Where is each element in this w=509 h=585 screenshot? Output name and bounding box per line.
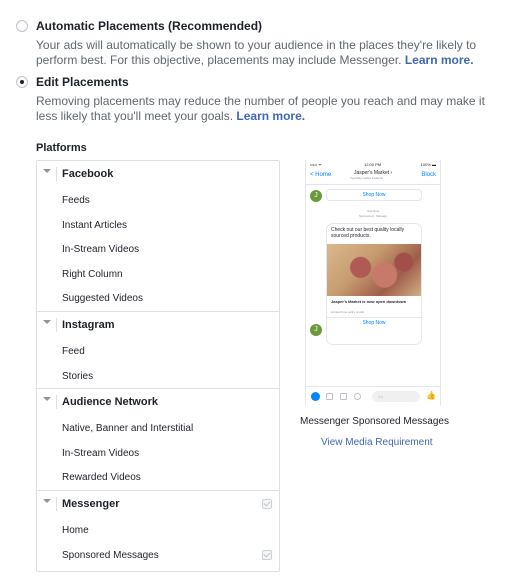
chevron-down-icon[interactable] xyxy=(43,397,51,402)
platform-name: Facebook xyxy=(62,168,114,180)
placement-label: Home xyxy=(62,524,89,536)
placement-label: Sponsored Messages xyxy=(62,549,159,561)
edit-placements-title: Edit Placements xyxy=(36,75,129,89)
placement-label: Feed xyxy=(62,345,85,357)
placement-label: Native, Banner and Interstitial xyxy=(62,423,194,435)
placement-item[interactable]: Stories xyxy=(37,364,279,389)
sponsored-messages-checkbox[interactable] xyxy=(262,549,272,560)
platform-group-messenger: Messenger Home Sponsored Messages xyxy=(37,491,279,567)
back-home-link: < Home xyxy=(310,172,332,178)
automatic-placements-description: Your ads will automatically be shown to … xyxy=(36,38,477,67)
placement-item[interactable]: Suggested Videos xyxy=(37,286,279,311)
ad-preview-phone: ••••• ᯤ 12:00 PM 100% ▬ < Home Jasper's … xyxy=(305,160,441,406)
divider xyxy=(56,496,57,511)
divider xyxy=(56,317,57,332)
placement-item[interactable]: Native, Banner and Interstitial xyxy=(37,416,279,441)
view-media-requirement-link[interactable]: View Media Requirement xyxy=(321,437,433,448)
placement-label: In-Stream Videos xyxy=(62,244,140,256)
status-bar: ••••• ᯤ 12:00 PM 100% ▬ xyxy=(306,160,440,168)
card-subtitle: Limited time sultry snack xyxy=(331,310,364,314)
placement-label: Feeds xyxy=(62,195,90,206)
card-title: Jasper's Market is now open downtown xyxy=(331,299,407,304)
composer-input: Aa xyxy=(372,391,420,402)
block-link: Block xyxy=(421,172,436,178)
camera-icon xyxy=(326,393,333,400)
placement-label: Instant Articles xyxy=(62,219,128,231)
message-text: Check out our best quality locally sourc… xyxy=(331,227,405,239)
placement-label: In-Stream Videos xyxy=(62,447,140,459)
platform-name: Instagram xyxy=(62,318,115,331)
platform-list: Facebook Feeds Instant Articles In-Strea… xyxy=(36,160,280,572)
shop-now-button: Shop Now xyxy=(326,189,422,201)
platform-header-messenger[interactable]: Messenger xyxy=(37,491,279,518)
platform-group-instagram: Instagram Feed Stories xyxy=(37,312,279,390)
ad-image xyxy=(327,244,421,296)
edit-placements-radio[interactable] xyxy=(16,76,28,88)
placement-label: Right Column xyxy=(62,268,123,280)
shop-now-button: Shop Now xyxy=(362,320,386,326)
platform-name: Messenger xyxy=(62,497,120,510)
placement-item[interactable]: Home xyxy=(37,518,279,543)
image-icon xyxy=(340,393,347,400)
placement-label: Suggested Videos xyxy=(62,293,143,305)
placement-item[interactable]: Instant Articles xyxy=(37,213,279,238)
edit-placements-description: Removing placements may reduce the numbe… xyxy=(36,94,485,123)
placement-item[interactable]: Rewarded Videos xyxy=(37,465,279,490)
chevron-down-icon[interactable] xyxy=(43,319,51,324)
divider xyxy=(56,395,57,410)
platform-header-instagram[interactable]: Instagram xyxy=(37,312,279,339)
placement-item[interactable]: In-Stream Videos xyxy=(37,237,279,262)
platform-group-audience-network: Audience Network Native, Banner and Inte… xyxy=(37,389,279,491)
status-time: 12:00 PM xyxy=(364,162,382,167)
platform-group-facebook: Facebook Feeds Instant Articles In-Strea… xyxy=(37,161,279,312)
automatic-placements-title: Automatic Placements (Recommended) xyxy=(36,19,263,33)
placement-item[interactable]: Sponsored Messages xyxy=(37,543,279,568)
microphone-icon xyxy=(354,393,361,400)
placement-item[interactable]: In-Stream Videos xyxy=(37,441,279,466)
divider xyxy=(56,167,57,181)
plus-icon xyxy=(311,392,320,401)
sponsored-message-bubble: Check out our best quality locally sourc… xyxy=(326,223,422,345)
message-composer: Aa 👍 xyxy=(306,386,440,406)
divider xyxy=(327,317,421,318)
chevron-down-icon[interactable] xyxy=(43,169,51,173)
placement-label: Rewarded Videos xyxy=(62,472,141,484)
placement-label: Stories xyxy=(62,370,94,382)
messenger-nav-bar: < Home Jasper's Market › Typically repli… xyxy=(306,168,440,185)
message-time: Just Now xyxy=(366,209,380,213)
chevron-down-icon[interactable] xyxy=(43,498,51,503)
placement-item[interactable]: Right Column xyxy=(37,262,279,287)
thumbs-up-icon: 👍 xyxy=(426,391,436,400)
platform-header-audience-network[interactable]: Audience Network xyxy=(37,389,279,416)
placement-item[interactable]: Feeds xyxy=(37,188,279,213)
conversation-subtitle: Typically replies instantly xyxy=(350,176,384,180)
placement-item[interactable]: Feed xyxy=(37,339,279,364)
preview-caption: Messenger Sponsored Messages xyxy=(300,416,449,427)
platform-name: Audience Network xyxy=(62,396,158,409)
automatic-learn-more-link[interactable]: Learn more. xyxy=(405,53,474,67)
automatic-placements-radio[interactable] xyxy=(16,20,28,32)
platform-header-facebook[interactable]: Facebook xyxy=(37,161,279,188)
messenger-checkbox[interactable] xyxy=(262,498,272,509)
platforms-label: Platforms xyxy=(36,142,87,154)
avatar: J xyxy=(310,190,322,202)
battery-icon: 100% ▬ xyxy=(420,162,436,167)
edit-learn-more-link[interactable]: Learn more. xyxy=(236,109,305,123)
sponsored-label: Sponsored · Manage xyxy=(358,214,388,218)
avatar: J xyxy=(310,324,322,336)
